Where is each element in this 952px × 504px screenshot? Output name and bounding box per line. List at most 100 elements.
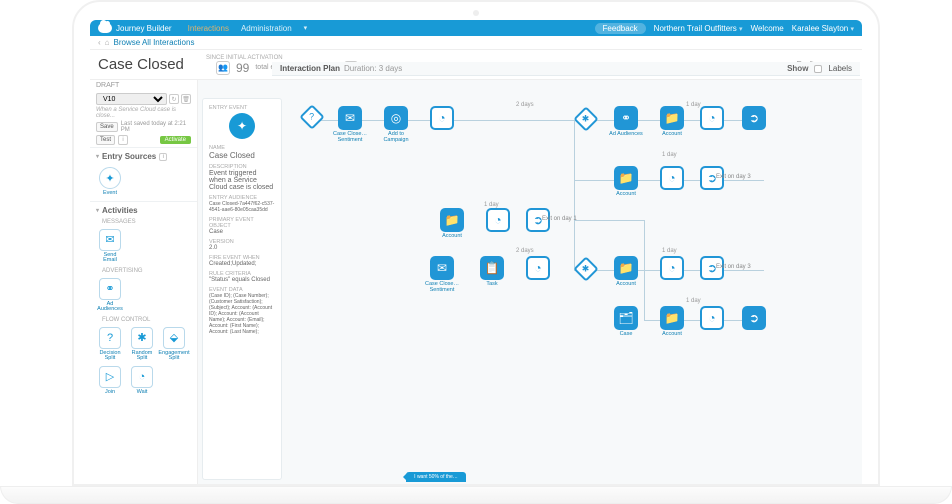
- tool-event[interactable]: ✦Event: [96, 167, 124, 197]
- days-label: 1 day: [686, 298, 701, 304]
- flow-canvas[interactable]: 2 days 1 day ? ✉Case Close… Sentiment ◎A…: [286, 80, 862, 484]
- detail-audience: Case Closed-7a447f62-c537-4541-aae6-80e0…: [209, 201, 275, 213]
- case-icon: 🗂: [614, 306, 638, 330]
- sidebar-draft-label: DRAFT: [90, 80, 197, 91]
- nav-interactions[interactable]: Interactions: [188, 24, 229, 33]
- laptop-base: [0, 486, 952, 504]
- feedback-button[interactable]: Feedback: [595, 23, 646, 34]
- exit-label: Exit on day 3: [716, 174, 751, 180]
- node-account[interactable]: 📁Account: [606, 166, 646, 198]
- version-hint: When a Service Cloud case is close...: [96, 107, 191, 119]
- tool-wait[interactable]: ◔Wait: [128, 366, 156, 396]
- detail-data: (Case ID); (Case Number); (Customer Sati…: [209, 293, 275, 335]
- clock-icon: ◔: [430, 106, 454, 130]
- node-engagement-split[interactable]: ✱: [566, 110, 606, 128]
- clock-icon: ◔: [700, 106, 724, 130]
- test-button[interactable]: Test: [96, 135, 115, 145]
- node-sentiment[interactable]: ✉Case Close… Sentiment: [330, 106, 370, 143]
- node-case[interactable]: 🗂Case: [606, 306, 646, 338]
- node-ad-audiences[interactable]: ⚭Ad Audiences: [606, 106, 646, 138]
- folder-icon: 📁: [614, 166, 638, 190]
- node-wait[interactable]: ◔: [692, 306, 732, 330]
- split-icon: ✱: [573, 106, 598, 131]
- node-exit[interactable]: ➲: [734, 306, 774, 330]
- node-account[interactable]: 📁Account: [652, 106, 692, 138]
- detail-object: Case: [209, 229, 275, 235]
- node-task[interactable]: 📋Task: [472, 256, 512, 288]
- audience-icon: ⚭: [614, 106, 638, 130]
- exit-icon: ➲: [742, 306, 766, 330]
- target-icon: ◎: [384, 106, 408, 130]
- tool-decision-split[interactable]: ?Decision Split: [96, 327, 124, 362]
- decision-icon: ?: [299, 104, 324, 129]
- node-engagement-split[interactable]: ✱: [566, 260, 606, 278]
- entry-event-icon[interactable]: ✦: [229, 113, 255, 139]
- detail-rule: "Status" equals Closed: [209, 277, 275, 283]
- folder-icon: 📁: [660, 106, 684, 130]
- clock-icon: ◔: [486, 208, 510, 232]
- welcome-label: Welcome: [751, 24, 784, 33]
- entries-count: 99: [236, 61, 249, 75]
- version-select[interactable]: V10: [96, 93, 167, 105]
- activate-button[interactable]: Activate: [160, 136, 191, 144]
- plan-header: Interaction Plan Duration: 3 days Show L…: [272, 62, 860, 76]
- node-add-campaign[interactable]: ◎Add to Campaign: [376, 106, 416, 143]
- clock-icon: ◔: [660, 166, 684, 190]
- refresh-icon[interactable]: ↻: [169, 94, 179, 104]
- test-info-icon[interactable]: i: [118, 135, 128, 145]
- envelope-icon: ✉: [338, 106, 362, 130]
- node-account[interactable]: 📁Account: [652, 306, 692, 338]
- home-icon[interactable]: ⌂: [105, 38, 110, 47]
- tool-engagement-split[interactable]: ⬙Engagement Split: [160, 327, 188, 362]
- detail-desc: Event triggered when a Service Cloud cas…: [209, 170, 275, 191]
- top-nav: Interactions Administration ▾: [188, 24, 308, 33]
- days-label: 1 day: [662, 152, 677, 158]
- node-account[interactable]: 📁Account: [606, 256, 646, 288]
- detail-fire: Created;Updated;: [209, 261, 275, 267]
- days-label: 2 days: [516, 102, 534, 108]
- labels-checkbox[interactable]: [814, 65, 822, 73]
- detail-version: 2.0: [209, 245, 275, 251]
- org-picker[interactable]: Northern Trail Outfitters ▾: [654, 24, 743, 33]
- product-title: Journey Builder: [116, 24, 172, 33]
- node-wait[interactable]: ◔: [478, 208, 518, 232]
- node-wait[interactable]: ◔: [692, 106, 732, 130]
- plan-duration: Duration: 3 days: [344, 64, 402, 73]
- flow-control-subheading: FLOW CONTROL: [90, 317, 197, 325]
- info-icon[interactable]: i: [159, 153, 167, 161]
- node-exit[interactable]: ➲: [734, 106, 774, 130]
- detail-name: Case Closed: [209, 151, 275, 160]
- delete-icon[interactable]: 🗑: [181, 94, 191, 104]
- node-wait[interactable]: ◔: [652, 256, 692, 280]
- node-wait[interactable]: ◔: [422, 106, 462, 130]
- node-account[interactable]: 📁Account: [432, 208, 472, 240]
- back-icon[interactable]: ‹: [98, 38, 101, 47]
- node-decision[interactable]: ?: [292, 108, 332, 126]
- node-wait[interactable]: ◔: [652, 166, 692, 190]
- exit-icon: ➲: [742, 106, 766, 130]
- save-button[interactable]: Save: [96, 122, 118, 132]
- exit-label: Exit on day 1: [542, 216, 577, 222]
- tool-ad-audiences[interactable]: ⚭Ad Audiences: [96, 278, 124, 313]
- tool-send-email[interactable]: ✉Send Email: [96, 229, 124, 264]
- folder-icon: 📁: [614, 256, 638, 280]
- nav-administration[interactable]: Administration: [241, 24, 292, 33]
- labels-label: Labels: [828, 64, 852, 73]
- entry-sources-heading[interactable]: Entry Sources: [102, 152, 156, 161]
- tool-join[interactable]: ▷Join: [96, 366, 124, 396]
- node-wait[interactable]: ◔: [518, 256, 558, 280]
- user-menu[interactable]: Karalee Slayton ▾: [792, 24, 854, 33]
- days-label: 1 day: [662, 248, 677, 254]
- advertising-subheading: ADVERTISING: [90, 268, 197, 276]
- breadcrumb: ‹ ⌂ Browse All Interactions: [90, 36, 862, 50]
- chevron-down-icon[interactable]: ▾: [304, 24, 308, 33]
- folder-icon: 📁: [440, 208, 464, 232]
- activities-heading[interactable]: Activities: [102, 206, 138, 215]
- goal-flag[interactable]: I want 50% of the…: [406, 472, 466, 482]
- breadcrumb-link[interactable]: Browse All Interactions: [114, 38, 195, 47]
- messages-subheading: MESSAGES: [90, 219, 197, 227]
- tool-random-split[interactable]: ✱Random Split: [128, 327, 156, 362]
- node-sentiment[interactable]: ✉Case Close… Sentiment: [422, 256, 462, 293]
- top-bar: Journey Builder Interactions Administrat…: [90, 20, 862, 36]
- envelope-icon: ✉: [430, 256, 454, 280]
